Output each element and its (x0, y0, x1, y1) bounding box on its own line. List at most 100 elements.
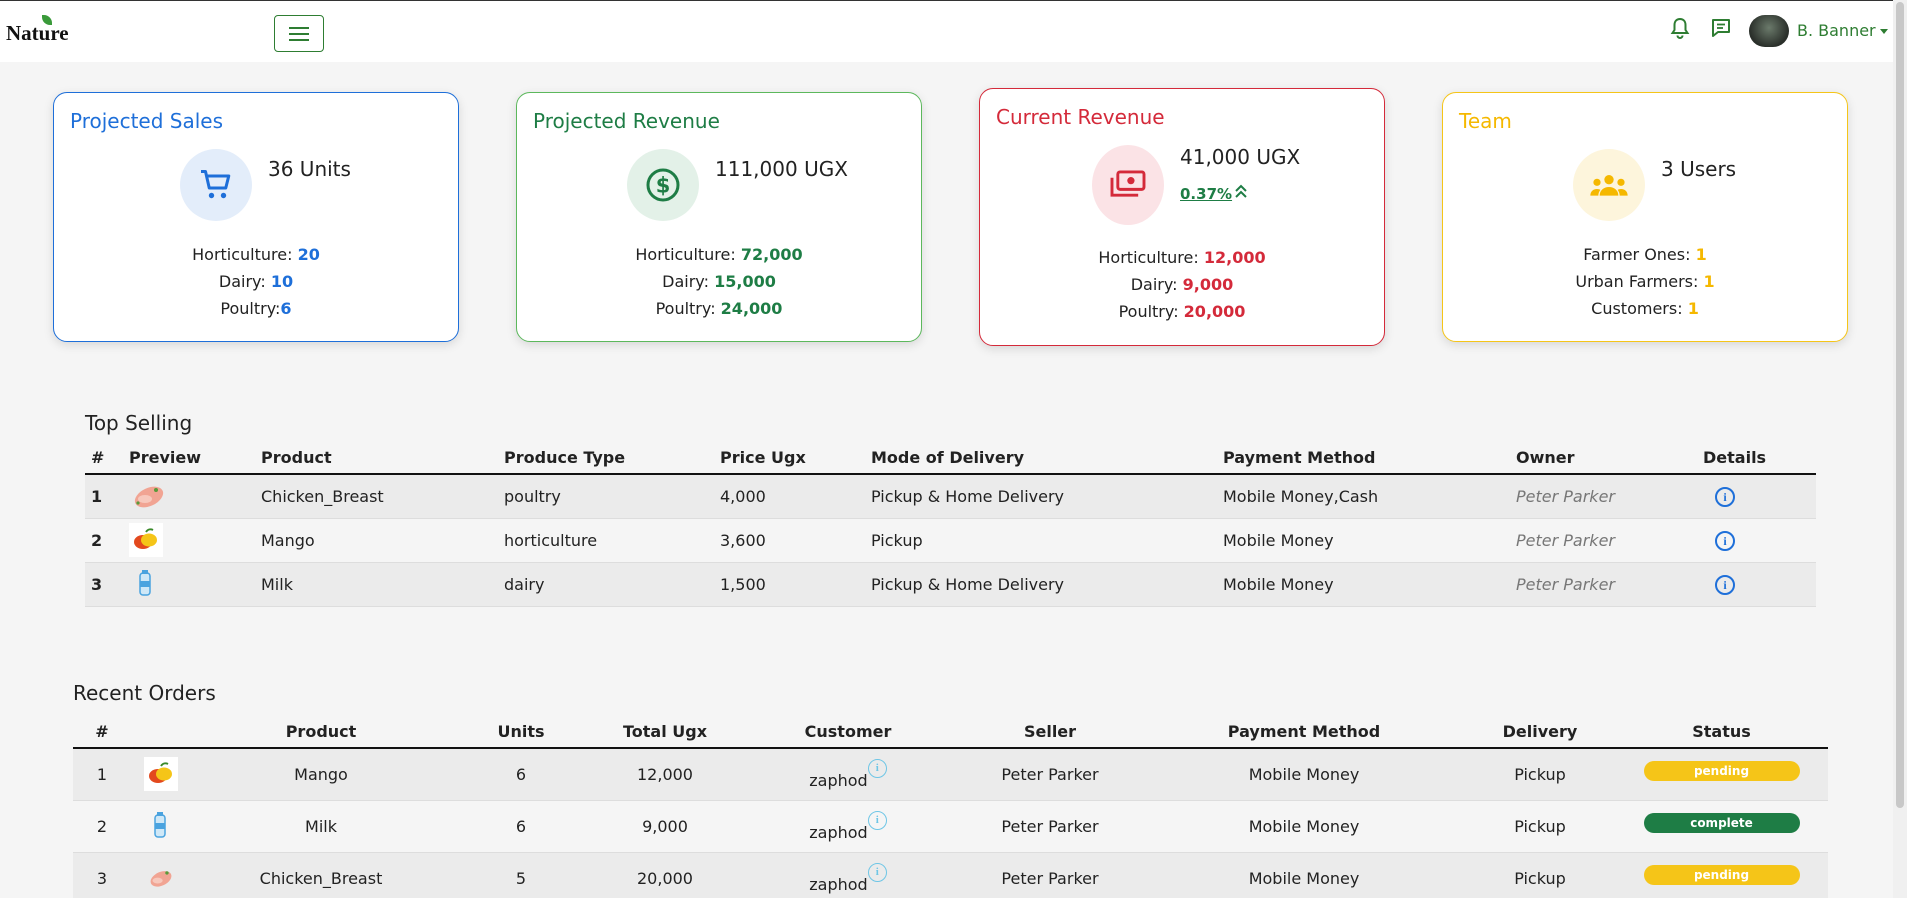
recent-orders-table: # Product Units Total Ugx Customer Selle… (73, 716, 1828, 898)
projected-sales-card: Projected Sales 36 Units Horticulture: 2… (53, 92, 459, 342)
produce-type: dairy (498, 562, 714, 607)
product-name: Chicken_Breast (255, 474, 498, 519)
table-row[interactable]: 3 Chicken_Breast 5 20,000 zaphodi Peter … (73, 852, 1828, 898)
column-header: Payment Method (1143, 716, 1465, 749)
total: 20,000 (591, 852, 739, 898)
card-breakdown: Horticulture: 20 Dairy: 10 Poultry:6 (54, 241, 458, 322)
projected-revenue-card: Projected Revenue $ 111,000 UGX Horticul… (516, 92, 922, 342)
notification-bell-icon[interactable] (1670, 17, 1690, 44)
details-cell: i (1697, 518, 1816, 563)
card-value: 41,000 UGX (1180, 145, 1301, 169)
team-card: Team 3 Users Farmer Ones: 1 Urban Farmer… (1442, 92, 1848, 342)
status-badge: pending (1643, 864, 1800, 885)
product-preview (131, 800, 191, 853)
menu-toggle-button[interactable] (274, 15, 324, 52)
users-group-icon (1573, 149, 1645, 221)
column-header: Owner (1510, 442, 1697, 475)
customer-cell: zaphodi (739, 800, 957, 853)
owner-name: Peter Parker (1510, 562, 1697, 607)
money-bills-icon (1092, 145, 1164, 225)
table-header-row: # Preview Product Produce Type Price Ugx… (85, 442, 1816, 475)
product-name: Mango (191, 748, 451, 801)
brand-logo[interactable]: Nature (6, 21, 69, 46)
delivery: Pickup (1465, 800, 1615, 853)
line-label: Dairy: (1130, 275, 1183, 294)
card-value: 36 Units (268, 157, 351, 181)
line-label: Urban Farmers: (1575, 272, 1704, 291)
row-number: 1 (85, 474, 123, 519)
line-value: 20,000 (1183, 302, 1246, 321)
delivery: Pickup (1465, 748, 1615, 801)
breakdown-line: Horticulture: 72,000 (517, 241, 921, 268)
price: 1,500 (714, 562, 865, 607)
table-row[interactable]: 1 Chicken_Breast poultry 4,000 Pickup & … (85, 474, 1816, 519)
breakdown-line: Dairy: 10 (54, 268, 458, 295)
column-header: Units (451, 716, 591, 749)
caret-down-icon (1879, 29, 1888, 34)
card-value: 111,000 UGX (715, 157, 848, 181)
customer-info-icon[interactable]: i (867, 862, 887, 882)
row-number: 2 (73, 800, 131, 853)
card-value: 3 Users (1661, 157, 1737, 181)
details-cell: i (1697, 474, 1816, 519)
product-preview (123, 562, 255, 607)
line-label: Dairy: (662, 272, 715, 291)
product-name: Mango (255, 518, 498, 563)
milk-icon (144, 809, 178, 843)
product-name: Milk (191, 800, 451, 853)
total: 9,000 (591, 800, 739, 853)
line-value: 6 (280, 299, 292, 318)
customer-info-icon[interactable]: i (867, 810, 887, 830)
produce-type: poultry (498, 474, 714, 519)
status-cell: pending (1615, 748, 1828, 801)
user-menu-dropdown[interactable]: B. Banner (1797, 21, 1888, 40)
column-header: Product (255, 442, 498, 475)
breakdown-line: Poultry: 20,000 (980, 298, 1384, 325)
column-header: Status (1615, 716, 1828, 749)
units: 6 (451, 748, 591, 801)
breakdown-line: Poultry:6 (54, 295, 458, 322)
table-row[interactable]: 3 Milk dairy 1,500 Pickup & Home Deliver… (85, 562, 1816, 607)
table-row[interactable]: 2 Milk 6 9,000 zaphodi Peter Parker Mobi… (73, 800, 1828, 853)
table-row[interactable]: 1 Mango 6 12,000 zaphodi Peter Parker Mo… (73, 748, 1828, 801)
table-row[interactable]: 2 Mango horticulture 3,600 Pickup Mobile… (85, 518, 1816, 563)
breakdown-line: Dairy: 15,000 (517, 268, 921, 295)
owner-name: Peter Parker (1510, 518, 1697, 563)
scrollbar-thumb[interactable] (1896, 2, 1904, 808)
customer-info-icon[interactable]: i (867, 758, 887, 778)
delivery-mode: Pickup (865, 518, 1217, 563)
column-header: Mode of Delivery (865, 442, 1217, 475)
column-header: Price Ugx (714, 442, 865, 475)
info-icon[interactable]: i (1715, 486, 1735, 507)
units: 5 (451, 852, 591, 898)
breakdown-line: Urban Farmers: 1 (1443, 268, 1847, 295)
column-header: # (73, 716, 131, 749)
user-avatar[interactable] (1749, 15, 1789, 47)
product-preview (131, 748, 191, 801)
top-navbar: Nature B. Banner (0, 0, 1907, 62)
column-header: # (85, 442, 123, 475)
mango-icon (144, 757, 178, 792)
column-header (131, 716, 191, 749)
seller: Peter Parker (957, 748, 1143, 801)
page-scrollbar[interactable] (1893, 0, 1907, 898)
line-value: 15,000 (714, 272, 776, 291)
info-icon[interactable]: i (1715, 574, 1735, 595)
breakdown-line: Dairy: 9,000 (980, 271, 1384, 298)
payment-method: Mobile Money (1217, 562, 1510, 607)
column-header: Delivery (1465, 716, 1615, 749)
top-selling-title: Top Selling (85, 411, 193, 435)
produce-type: horticulture (498, 518, 714, 563)
product-preview (123, 474, 255, 519)
top-selling-table: # Preview Product Produce Type Price Ugx… (85, 442, 1816, 607)
seller: Peter Parker (957, 852, 1143, 898)
column-header: Details (1697, 442, 1816, 475)
messages-icon[interactable] (1710, 17, 1732, 44)
info-icon[interactable]: i (1715, 530, 1735, 551)
details-cell: i (1697, 562, 1816, 607)
delivery-mode: Pickup & Home Delivery (865, 474, 1217, 519)
row-number: 2 (85, 518, 123, 563)
customer-name: zaphod (809, 822, 868, 842)
breakdown-line: Farmer Ones: 1 (1443, 241, 1847, 268)
column-header: Produce Type (498, 442, 714, 475)
